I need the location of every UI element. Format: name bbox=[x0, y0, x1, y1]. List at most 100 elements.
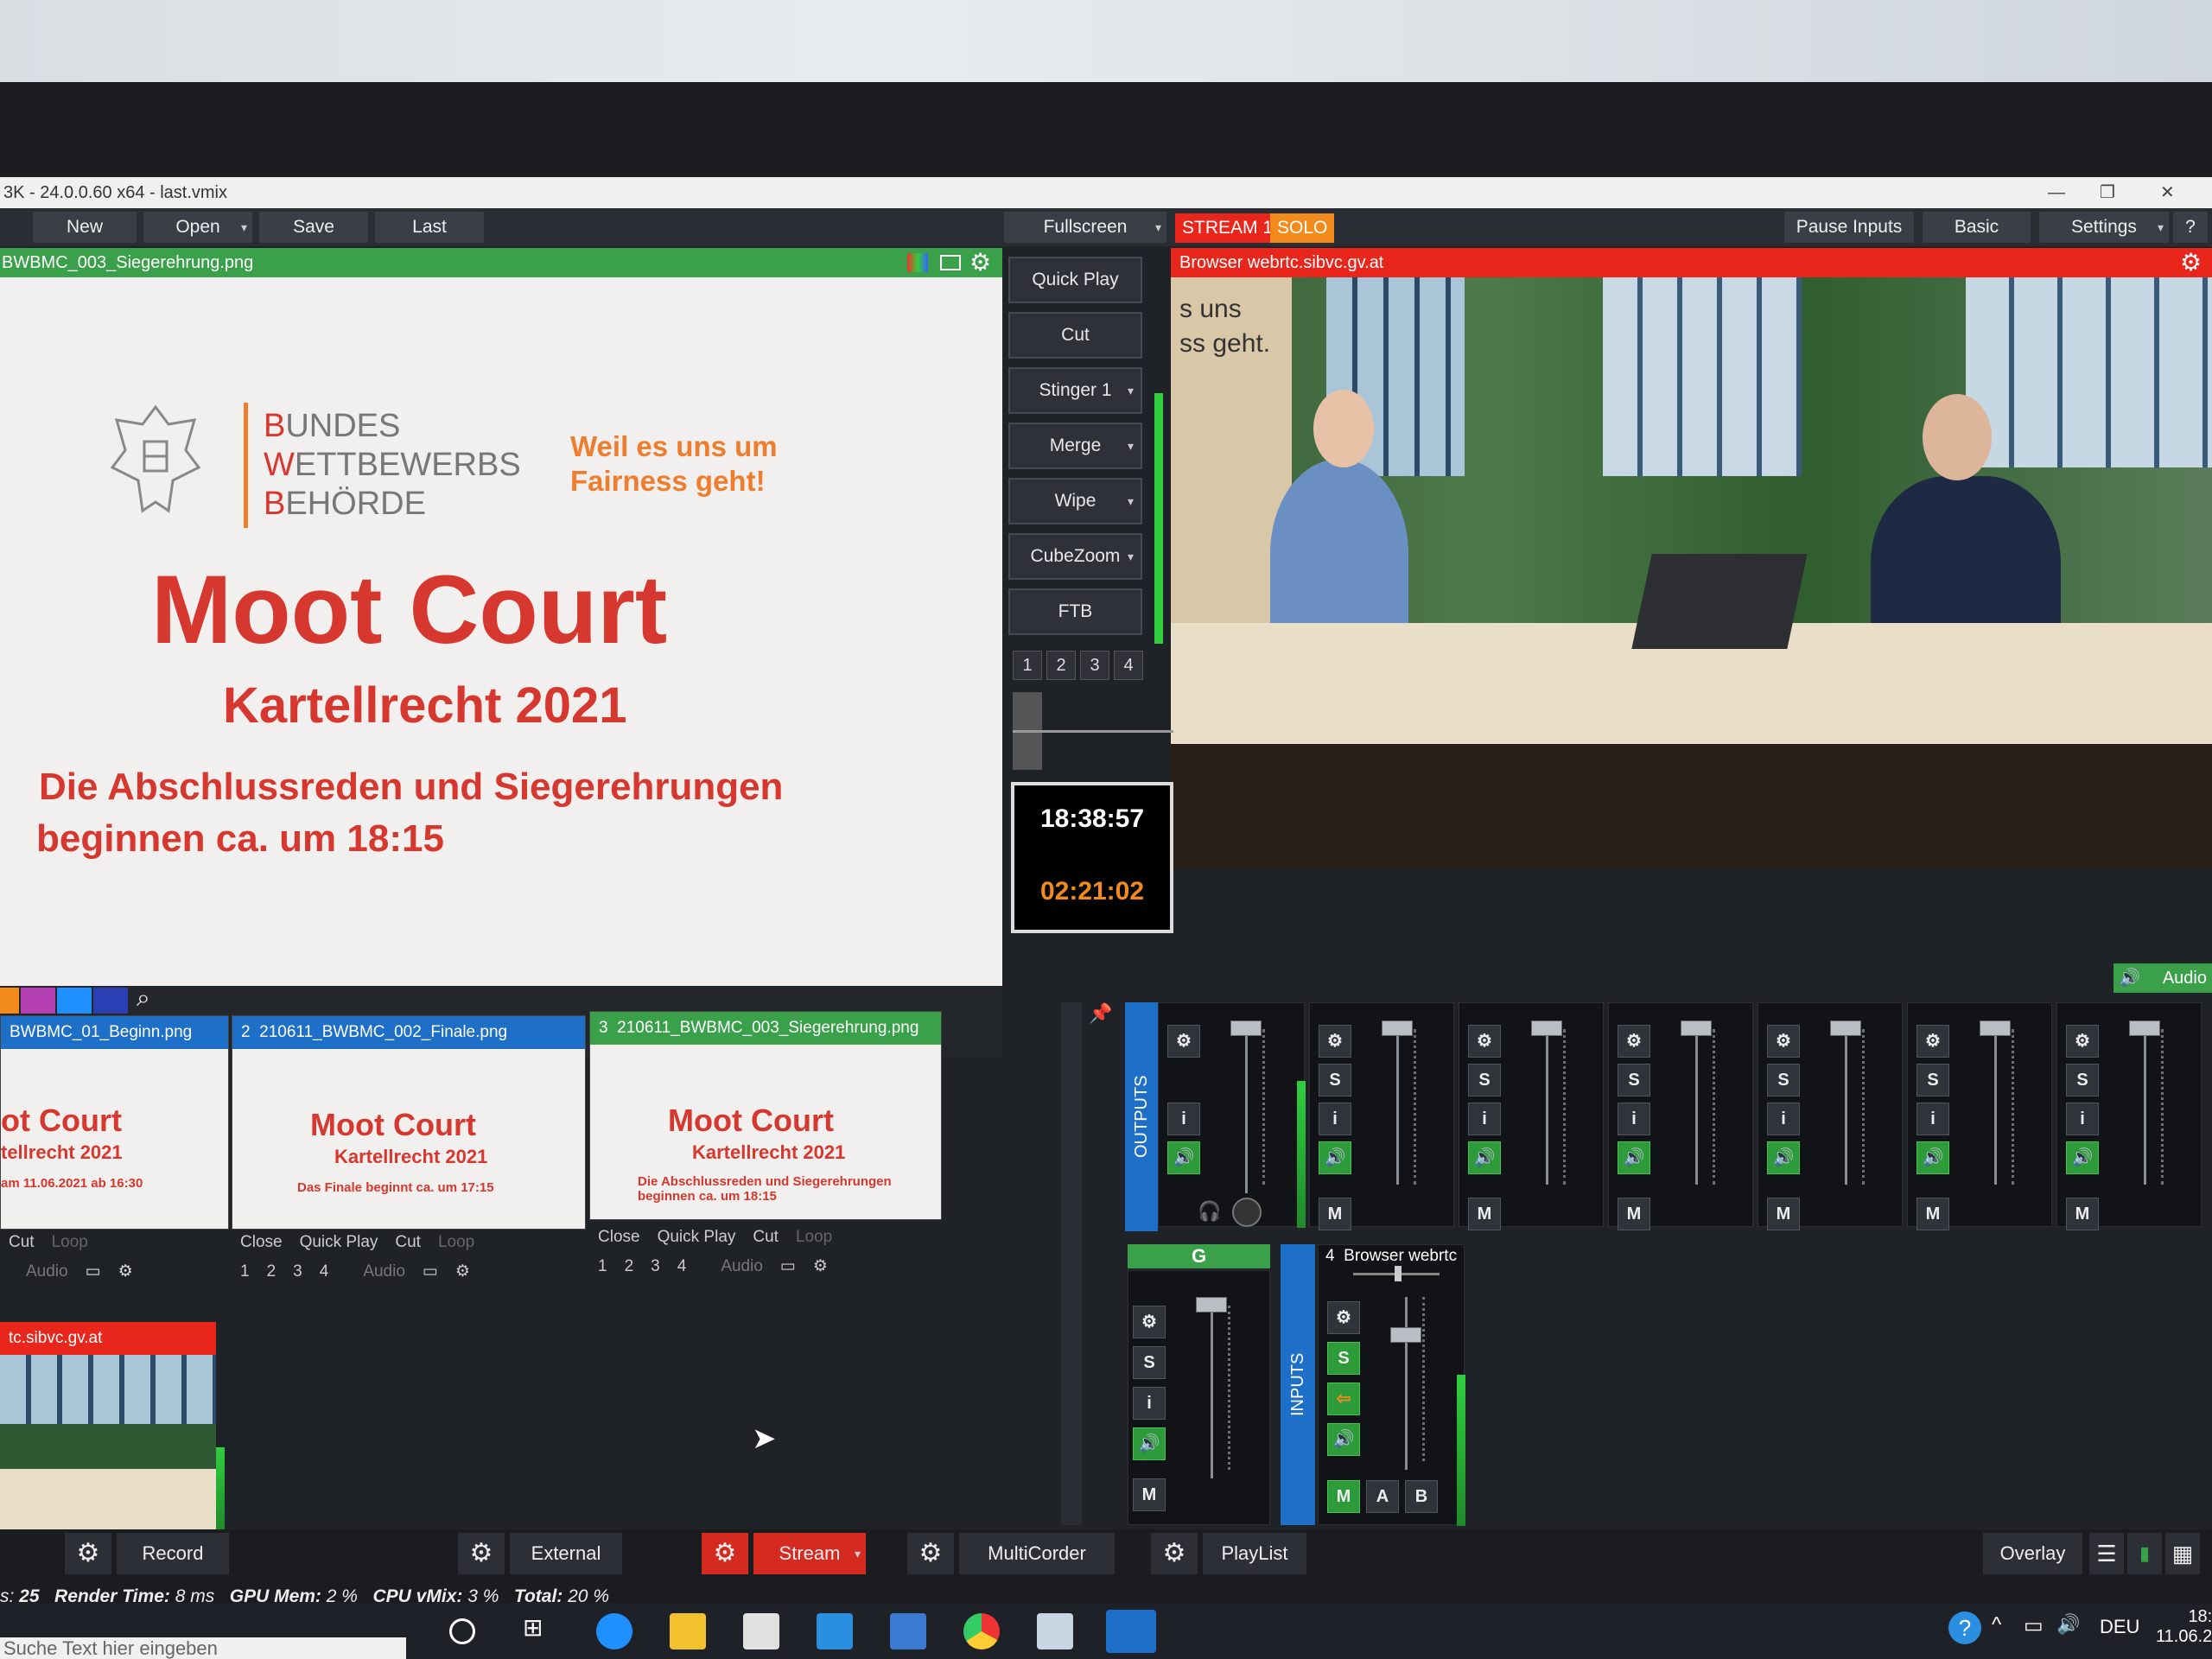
group-label[interactable]: G bbox=[1128, 1244, 1270, 1268]
cortana-icon[interactable] bbox=[449, 1618, 475, 1644]
taskbar-clock[interactable]: 18:38 11.06.202 bbox=[2156, 1607, 2212, 1647]
screen-icon[interactable] bbox=[940, 255, 961, 270]
colour-tab-navy[interactable] bbox=[93, 988, 128, 1014]
save-button[interactable]: Save bbox=[259, 212, 368, 243]
headphone-volume-knob[interactable] bbox=[1232, 1198, 1262, 1227]
gear-icon[interactable]: ⚙ bbox=[65, 1533, 111, 1574]
solo-button[interactable]: S bbox=[2066, 1064, 2099, 1096]
gear-icon[interactable]: ⚙ bbox=[1319, 1025, 1351, 1058]
gear-icon[interactable]: ⚙ bbox=[1167, 1025, 1200, 1058]
gear-icon[interactable]: ⚙ bbox=[969, 248, 991, 277]
overlay-2-button[interactable]: 2 bbox=[616, 1254, 643, 1280]
info-button[interactable]: i bbox=[1133, 1387, 1166, 1420]
fader-knob[interactable] bbox=[1382, 1020, 1413, 1036]
speaker-icon[interactable]: 🔊 bbox=[1167, 1141, 1200, 1174]
language-indicator[interactable]: DEU bbox=[2100, 1616, 2139, 1638]
arrow-left-icon[interactable]: ⇦ bbox=[1327, 1382, 1360, 1415]
gear-icon[interactable]: ⚙ bbox=[702, 1533, 748, 1574]
gear-icon[interactable]: ⚙ bbox=[1327, 1301, 1360, 1334]
fader-knob[interactable] bbox=[1531, 1020, 1562, 1036]
gear-icon[interactable]: ⚙ bbox=[447, 1259, 479, 1285]
solo-button[interactable]: S bbox=[1327, 1342, 1360, 1375]
help-button[interactable]: ? bbox=[2173, 212, 2208, 243]
settings-button[interactable]: Settings bbox=[2039, 212, 2169, 243]
speaker-icon[interactable]: 🔊 bbox=[1468, 1141, 1501, 1174]
t-bar-track[interactable] bbox=[1013, 730, 1173, 733]
open-button[interactable]: Open bbox=[143, 212, 252, 243]
input-thumb-1[interactable]: BWBMC_01_Beginn.png ot Court tellrecht 2… bbox=[0, 1015, 229, 1230]
gear-icon[interactable]: ⚙ bbox=[1767, 1025, 1800, 1058]
gear-icon[interactable]: ⚙ bbox=[1618, 1025, 1650, 1058]
overlay-2-button[interactable]: 2 bbox=[258, 1259, 285, 1285]
colour-tab-orange[interactable] bbox=[0, 988, 19, 1014]
minimize-button[interactable]: — bbox=[2048, 177, 2065, 208]
colour-icon[interactable] bbox=[907, 253, 928, 272]
pause-inputs-button[interactable]: Pause Inputs bbox=[1784, 212, 1914, 243]
last-button[interactable]: Last bbox=[375, 212, 484, 243]
quick-play-button[interactable]: Quick Play bbox=[291, 1230, 387, 1255]
transition-3-button[interactable]: 3 bbox=[1080, 651, 1109, 680]
fader-track[interactable] bbox=[1211, 1306, 1213, 1478]
cut-button[interactable]: Cut bbox=[1008, 312, 1142, 359]
audio-button[interactable]: Audio bbox=[0, 1259, 77, 1285]
speaker-icon[interactable]: 🔊 bbox=[1327, 1423, 1360, 1456]
overlay-4-button[interactable]: 4 bbox=[311, 1259, 338, 1285]
notepad-icon[interactable] bbox=[1037, 1613, 1073, 1649]
list-icon[interactable]: ☰ bbox=[2089, 1533, 2124, 1574]
stream-badge[interactable]: STREAM 1 bbox=[1175, 213, 1281, 243]
audio-button[interactable]: Audio bbox=[337, 1259, 414, 1285]
solo-button[interactable]: S bbox=[1767, 1064, 1800, 1096]
speaker-icon[interactable]: 🔊 bbox=[1618, 1141, 1650, 1174]
solo-button[interactable]: S bbox=[1133, 1346, 1166, 1379]
maximize-button[interactable]: ❐ bbox=[2100, 177, 2115, 208]
speaker-icon[interactable]: 🔊 bbox=[1133, 1427, 1166, 1460]
gear-icon[interactable]: ⚙ bbox=[907, 1533, 954, 1574]
quick-play-button[interactable]: Quick Play bbox=[649, 1224, 745, 1250]
task-view-icon[interactable]: ⊞ bbox=[523, 1613, 559, 1649]
cut-button[interactable]: Cut bbox=[0, 1230, 43, 1255]
speaker-icon[interactable]: 🔊 bbox=[1916, 1141, 1949, 1174]
monitor-icon[interactable]: ▭ bbox=[414, 1259, 447, 1285]
external-button[interactable]: External bbox=[510, 1533, 622, 1574]
cubezoom-button[interactable]: CubeZoom bbox=[1008, 533, 1142, 580]
merge-button[interactable]: Merge bbox=[1008, 423, 1142, 469]
fader-knob[interactable] bbox=[1980, 1020, 2011, 1036]
record-button[interactable]: Record bbox=[117, 1533, 229, 1574]
mute-button[interactable]: M bbox=[1618, 1198, 1650, 1230]
multicorder-button[interactable]: MultiCorder bbox=[959, 1533, 1115, 1574]
chrome-icon[interactable] bbox=[963, 1613, 1000, 1649]
taskbar-search[interactable]: Suche Text hier eingeben bbox=[0, 1637, 406, 1659]
monitor-icon[interactable]: ▭ bbox=[77, 1259, 110, 1285]
master-fader-track[interactable] bbox=[1245, 1029, 1248, 1193]
info-button[interactable]: i bbox=[1468, 1103, 1501, 1135]
fader-track[interactable] bbox=[1405, 1297, 1408, 1470]
speaker-icon[interactable]: 🔊 bbox=[1319, 1141, 1351, 1174]
app-icon[interactable] bbox=[890, 1613, 926, 1649]
fader-track[interactable] bbox=[1845, 1029, 1847, 1185]
cut-button[interactable]: Cut bbox=[744, 1224, 787, 1250]
close-button[interactable]: Close bbox=[589, 1224, 649, 1250]
overlay-1-button[interactable]: 1 bbox=[589, 1254, 616, 1280]
speaker-icon[interactable]: 🔊 bbox=[2066, 1141, 2099, 1174]
loop-button[interactable]: Loop bbox=[43, 1230, 97, 1255]
bus-b-button[interactable]: B bbox=[1405, 1480, 1438, 1513]
fullscreen-button[interactable]: Fullscreen bbox=[1004, 212, 1166, 243]
fader-knob[interactable] bbox=[1390, 1327, 1421, 1343]
info-button[interactable]: i bbox=[1319, 1103, 1351, 1135]
overlay-3-button[interactable]: 3 bbox=[642, 1254, 669, 1280]
mute-button[interactable]: M bbox=[1468, 1198, 1501, 1230]
input-scrollbar[interactable] bbox=[1061, 1002, 1082, 1525]
network-icon[interactable]: ▭ bbox=[2024, 1613, 2044, 1638]
mute-button[interactable]: M bbox=[2066, 1198, 2099, 1230]
input-thumb-2[interactable]: 2 210611_BWBMC_002_Finale.png Moot Court… bbox=[232, 1015, 586, 1230]
chevron-up-icon[interactable]: ^ bbox=[1992, 1613, 2001, 1637]
loop-button[interactable]: Loop bbox=[787, 1224, 841, 1250]
gear-icon[interactable]: ⚙ bbox=[2180, 248, 2202, 277]
close-button[interactable]: ✕ bbox=[2160, 177, 2175, 208]
close-button[interactable]: Close bbox=[232, 1230, 291, 1255]
new-button[interactable]: New bbox=[33, 212, 137, 243]
balance-knob[interactable] bbox=[1395, 1266, 1402, 1281]
fader-track[interactable] bbox=[1695, 1029, 1698, 1185]
fader-knob[interactable] bbox=[1830, 1020, 1861, 1036]
fader-track[interactable] bbox=[1546, 1029, 1548, 1185]
